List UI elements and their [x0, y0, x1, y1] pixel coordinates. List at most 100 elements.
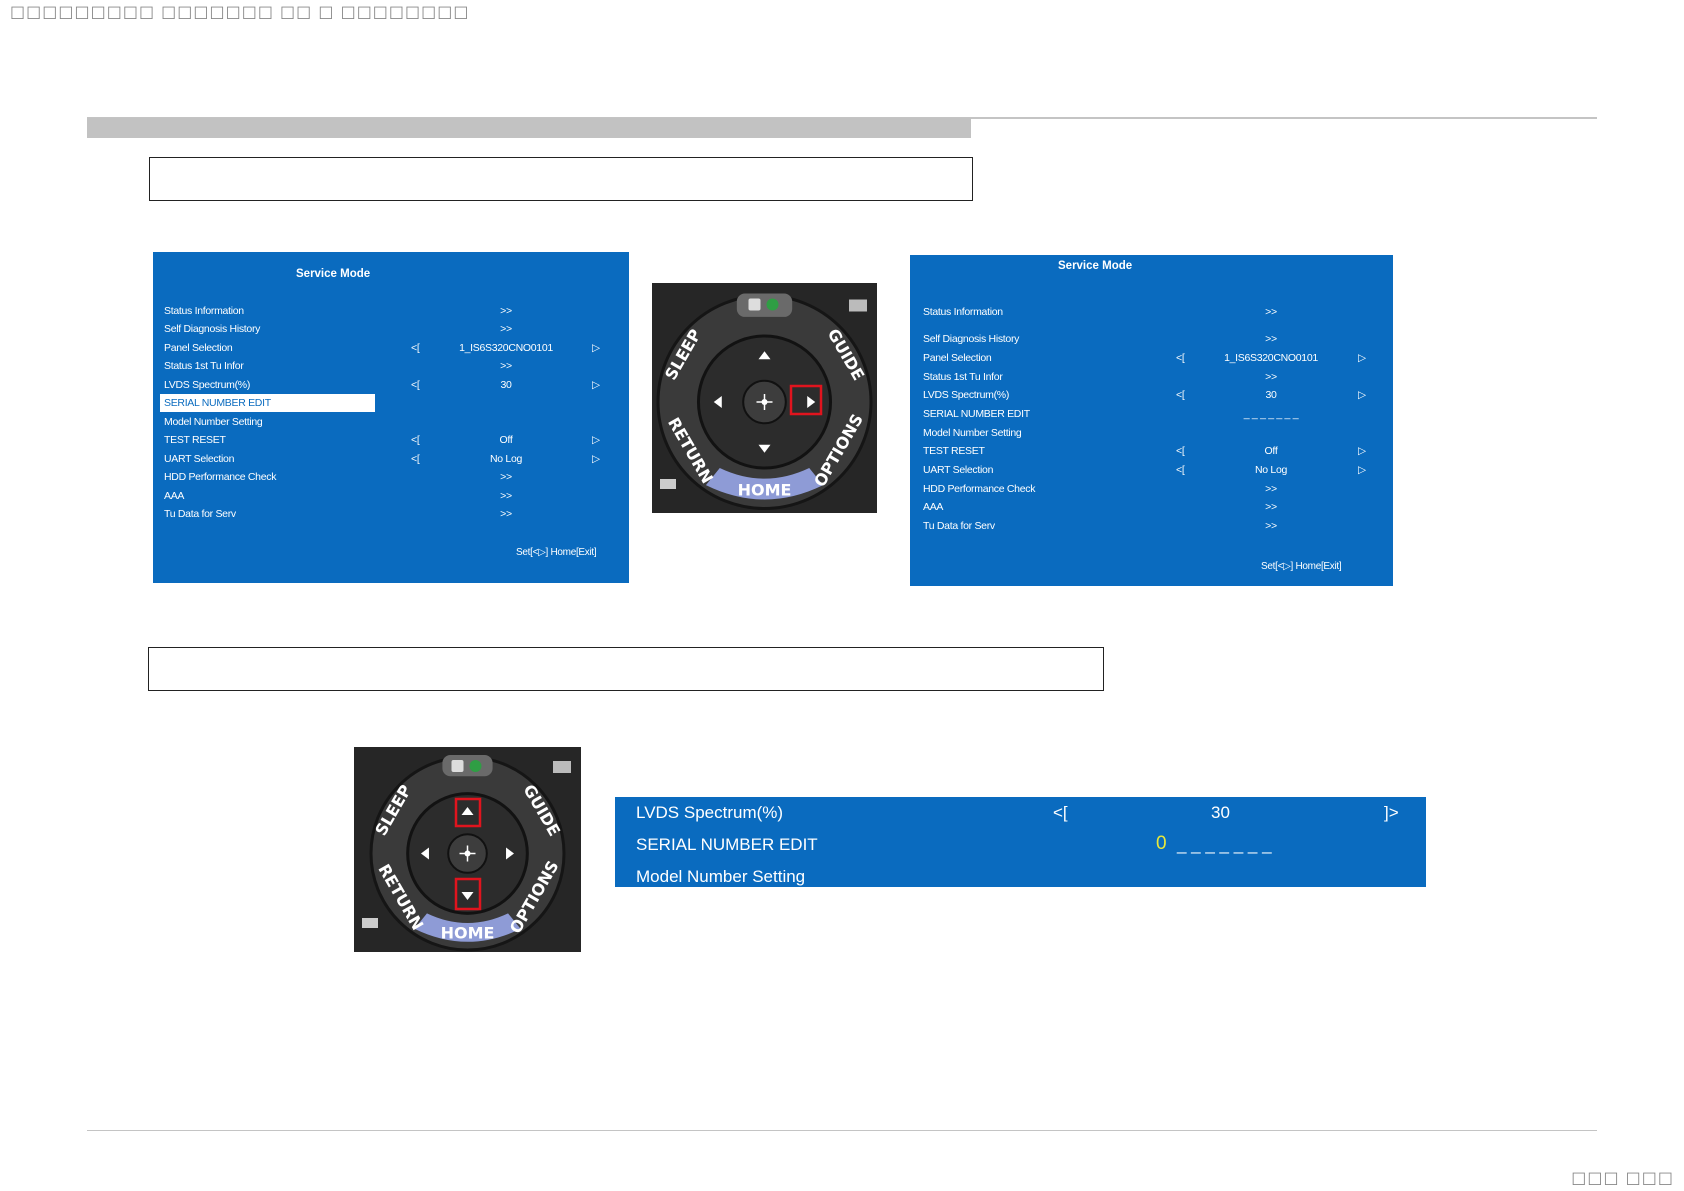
menu-row-value: >> — [1265, 520, 1277, 532]
menu-row[interactable]: UART Selection <[ No Log ▷ — [910, 464, 1393, 482]
menu-row-label: Panel Selection — [164, 342, 233, 354]
value-increase-arrow[interactable]: ▷ — [1358, 464, 1366, 476]
menu-row-value: No Log — [1254, 464, 1288, 476]
remote-svg: SLEEP GUIDERETURN OPTIONSHOME — [652, 283, 877, 513]
value-increase-arrow[interactable]: ▷ — [1358, 352, 1366, 364]
menu-row-label: Model Number Setting — [164, 416, 263, 428]
value-increase-arrow[interactable]: ▷ — [592, 342, 600, 354]
zoom-model-label: Model Number Setting — [636, 867, 806, 886]
menu-row[interactable]: LVDS Spectrum(%) <[ 30 ▷ — [910, 389, 1393, 407]
section-bar — [87, 118, 971, 138]
menu-row[interactable]: Tu Data for Serv >> — [910, 520, 1393, 538]
menu-row[interactable]: UART Selection <[ No Log ▷ — [153, 453, 629, 471]
screen-footer-hint: Set[<▷] Home[Exit] — [516, 547, 597, 558]
menu-row-label: Tu Data for Serv — [164, 508, 236, 520]
menu-row-label: TEST RESET — [923, 445, 985, 457]
menu-row-label: HDD Performance Check — [164, 471, 277, 483]
menu-row-value: >> — [500, 508, 512, 520]
input-button — [736, 293, 793, 317]
menu-row-label: UART Selection — [923, 464, 994, 476]
menu-row-label: SERIAL NUMBER EDIT — [923, 408, 1030, 420]
page-number: □□□ □□□ — [1571, 1168, 1674, 1187]
home-label: HOME — [738, 481, 792, 500]
menu-row-label: Status 1st Tu Infor — [164, 360, 244, 372]
menu-row[interactable]: Status 1st Tu Infor >> — [910, 371, 1393, 389]
zoom-lvds-label: LVDS Spectrum(%) — [636, 803, 784, 822]
menu-row-label: Status Information — [164, 305, 244, 317]
menu-row[interactable]: Panel Selection <[ 1_IS6S320CNO0101 ▷ — [910, 352, 1393, 370]
menu-row[interactable]: TEST RESET <[ Off ▷ — [910, 445, 1393, 463]
menu-row[interactable]: Tu Data for Serv >> — [153, 508, 629, 526]
menu-row-label: Panel Selection — [923, 352, 992, 364]
menu-row-label: Self Diagnosis History — [923, 333, 1020, 345]
menu-row-label: SERIAL NUMBER EDIT — [164, 397, 271, 409]
serial-edit-zoom-panel: LVDS Spectrum(%) <[ 30 ]> SERIAL NUMBER … — [615, 797, 1426, 887]
menu-row-value: >> — [500, 360, 512, 372]
page-header-title: □□□□□□□□□ □□□□□□□ □□ □ □□□□□□□□ — [10, 2, 470, 21]
menu-row-value: >> — [1265, 501, 1277, 513]
menu-row-value: 30 — [1265, 389, 1277, 401]
menu-row[interactable]: AAA >> — [153, 490, 629, 508]
menu-row[interactable]: Panel Selection <[ 1_IS6S320CNO0101 ▷ — [153, 342, 629, 360]
menu-row[interactable]: TEST RESET <[Off ▷ — [153, 434, 629, 452]
menu-row-value: >> — [500, 471, 512, 483]
remote-svg: SLEEP GUIDERETURN OPTIONSHOME — [354, 747, 581, 952]
zoom-lvds-value: 30 — [1211, 803, 1230, 822]
caption-box-2 — [148, 647, 1104, 691]
value-decrease-arrow[interactable]: <[ — [411, 434, 420, 446]
menu-row[interactable]: Model Number Setting — [910, 427, 1393, 445]
value-increase-arrow[interactable]: ▷ — [1358, 445, 1366, 457]
menu-row-label: Model Number Setting — [923, 427, 1022, 439]
menu-row[interactable]: Self Diagnosis History >> — [153, 323, 629, 341]
menu-row[interactable]: SERIAL NUMBER EDIT _ _ _ _ _ _ _ — [910, 408, 1393, 426]
menu-row-label: LVDS Spectrum(%) — [923, 389, 1010, 401]
value-increase-arrow[interactable]: ▷ — [592, 379, 600, 391]
menu-row[interactable]: AAA >> — [910, 501, 1393, 519]
zoom-serial-label: SERIAL NUMBER EDIT — [636, 835, 818, 854]
value-decrease-arrow[interactable]: <[ — [1176, 464, 1185, 476]
value-decrease-arrow[interactable]: <[ — [1176, 352, 1185, 364]
menu-row[interactable]: SERIAL NUMBER EDIT — [153, 394, 629, 415]
menu-row-label: AAA — [923, 501, 944, 513]
input-button — [442, 755, 493, 777]
menu-row-label: UART Selection — [164, 453, 235, 465]
menu-row[interactable]: HDD Performance Check >> — [153, 471, 629, 489]
menu-row-value: >> — [500, 323, 512, 335]
green-icon — [469, 760, 482, 772]
footer-rule — [87, 1130, 1597, 1131]
value-decrease-arrow[interactable]: <[ — [1176, 389, 1185, 401]
value-increase-arrow[interactable]: ▷ — [592, 453, 600, 465]
menu-row-value: 1_IS6S320CNO0101 — [459, 342, 553, 354]
green-icon — [766, 298, 779, 311]
menu-row-value: >> — [500, 490, 512, 502]
menu-row-label: HDD Performance Check — [923, 483, 1036, 495]
zoom-serial-digit: 0 — [1156, 833, 1167, 854]
menu-row-value: No Log — [489, 453, 523, 465]
menu-row[interactable]: Status 1st Tu Infor >> — [153, 360, 629, 378]
menu-row[interactable]: Status Information >> — [910, 306, 1393, 324]
menu-row[interactable]: HDD Performance Check >> — [910, 483, 1393, 501]
menu-row-label: Status 1st Tu Infor — [923, 371, 1003, 383]
return-arrow-icon — [362, 918, 378, 928]
teletext-icon — [553, 761, 571, 773]
menu-row[interactable]: Self Diagnosis History >> — [910, 333, 1393, 351]
zoom-serial-placeholder: _ _ _ _ _ _ _ — [1177, 835, 1272, 854]
value-decrease-arrow[interactable]: <[ — [1176, 445, 1185, 457]
menu-row-value: >> — [500, 305, 512, 317]
menu-row-label: Self Diagnosis History — [164, 323, 261, 335]
menu-row-value: Off — [499, 434, 513, 446]
menu-row-value: 30 — [500, 379, 512, 391]
menu-row-label: LVDS Spectrum(%) — [164, 379, 251, 391]
menu-row-value: Off — [1264, 445, 1278, 457]
screen-footer-hint: Set[<▷] Home[Exit] — [1261, 561, 1342, 572]
value-decrease-arrow[interactable]: <[ — [411, 379, 420, 391]
menu-row-value: 1_IS6S320CNO0101 — [1224, 352, 1318, 364]
value-decrease-arrow[interactable]: <[ — [411, 342, 420, 354]
value-increase-arrow[interactable]: ▷ — [1358, 389, 1366, 401]
value-decrease-arrow[interactable]: <[ — [411, 453, 420, 465]
value-increase-arrow[interactable]: ▷ — [592, 434, 600, 446]
menu-row[interactable]: Status Information >> — [153, 305, 629, 323]
home-label: HOME — [441, 923, 495, 942]
menu-row[interactable]: Model Number Setting — [153, 416, 629, 434]
menu-row-value: _ _ _ _ _ _ _ — [1243, 408, 1299, 420]
